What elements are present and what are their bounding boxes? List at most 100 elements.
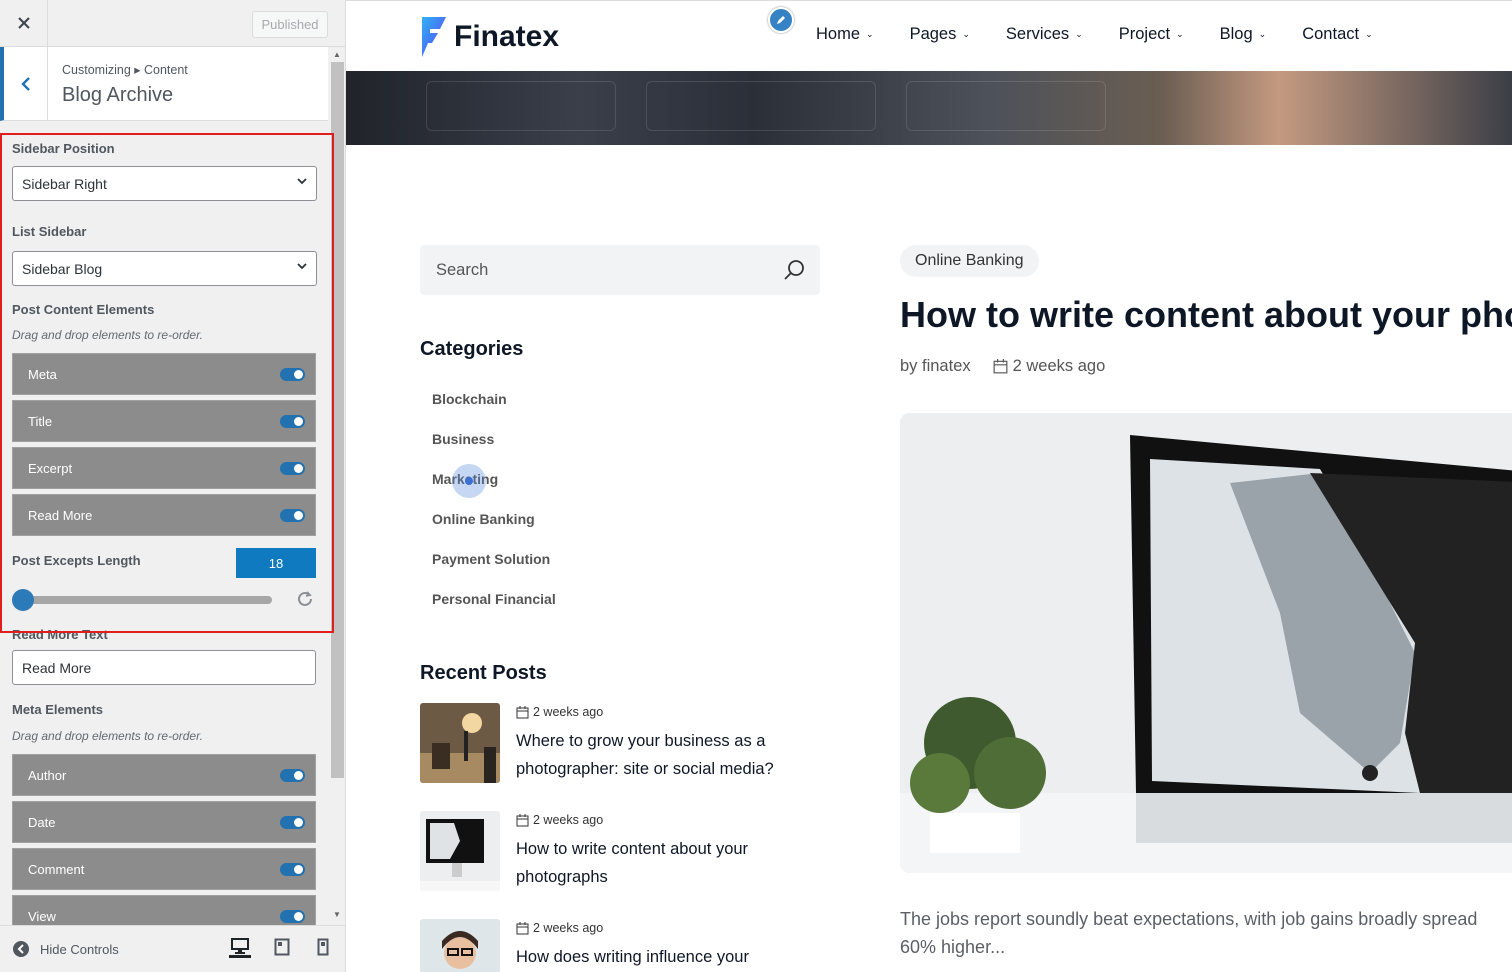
read-more-text-input[interactable]: Read More	[12, 650, 316, 685]
toggle-switch[interactable]	[280, 769, 305, 782]
post-content-elements-desc: Drag and drop elements to re-order.	[12, 328, 203, 342]
sortable-item-label: Read More	[28, 507, 93, 523]
published-button[interactable]: Published	[252, 11, 328, 38]
excerpt-length-slider-track[interactable]	[15, 596, 272, 604]
post-excerpt-line: 60% higher...	[900, 937, 1006, 957]
recent-post-item[interactable]: 2 weeks ago How to write content about y…	[420, 811, 820, 891]
close-customizer-button[interactable]	[0, 0, 48, 46]
nav-item-blog[interactable]: Blog ⌄	[1220, 25, 1267, 44]
desk-lamp-photo	[420, 703, 500, 783]
chevron-down-icon: ⌄	[962, 29, 970, 39]
edit-shortcut-button[interactable]	[768, 7, 794, 33]
nav-label: Home	[816, 25, 861, 43]
person-photo	[420, 919, 500, 972]
recent-post-thumbnail[interactable]	[420, 919, 500, 972]
sortable-item-label: Meta	[28, 366, 57, 382]
recent-post-item[interactable]: 2 weeks ago Where to grow your business …	[420, 703, 820, 783]
recent-post-title[interactable]: Where to grow your business as a photogr…	[516, 727, 806, 783]
calendar-icon	[516, 813, 529, 826]
nav-label: Project	[1118, 25, 1171, 43]
tablet-preview-button[interactable]	[271, 936, 293, 958]
search-placeholder: Search	[436, 260, 489, 279]
sortable-item-label: Excerpt	[28, 460, 73, 476]
sortable-item-author[interactable]: Author	[12, 754, 316, 796]
chevron-down-icon: ⌄	[1075, 29, 1083, 39]
nav-item-project[interactable]: Project ⌄	[1119, 25, 1184, 44]
sortable-item-label: Comment	[28, 861, 85, 877]
excerpt-length-slider-handle[interactable]	[12, 589, 34, 611]
recent-post-title[interactable]: How to write content about your photogra…	[516, 835, 806, 891]
close-icon	[17, 17, 30, 29]
mobile-preview-button[interactable]	[312, 936, 334, 958]
chevron-left-icon	[20, 77, 30, 91]
chevron-down-icon: ⌄	[1258, 29, 1267, 39]
post-excerpt: The jobs report soundly beat expectation…	[900, 905, 1512, 961]
section-header: Customizing ▸ Content Blog Archive	[0, 47, 328, 121]
excerpt-length-input[interactable]: 18	[236, 548, 316, 578]
toggle-switch[interactable]	[280, 910, 305, 923]
hide-controls-label: Hide Controls	[40, 941, 119, 957]
banner-detail	[646, 81, 876, 131]
search-input[interactable]: Search	[420, 245, 820, 295]
desktop-preview-button[interactable]	[229, 936, 251, 958]
scroll-down-arrow-icon[interactable]: ▼	[333, 910, 341, 919]
recent-post-thumbnail[interactable]	[420, 811, 500, 891]
sortable-item-label: Author	[28, 767, 67, 783]
sidebar-position-label: Sidebar Position	[12, 141, 115, 156]
list-sidebar-select[interactable]: Sidebar Blog	[12, 251, 317, 286]
category-link[interactable]: Payment Solution	[432, 551, 550, 567]
site-logo[interactable]: Finatex	[420, 17, 559, 57]
post-featured-image[interactable]	[900, 413, 1512, 873]
category-link[interactable]: Personal Financial	[432, 591, 556, 607]
sortable-item-read-more[interactable]: Read More	[12, 494, 316, 536]
banner-detail	[906, 81, 1106, 131]
cursor-click-indicator	[452, 464, 486, 498]
sidebar-position-select[interactable]: Sidebar Right	[12, 166, 317, 201]
back-button[interactable]	[4, 47, 48, 121]
post-category-tag[interactable]: Online Banking	[900, 245, 1039, 277]
sidebar-position-value: Sidebar Right	[22, 175, 107, 192]
sortable-item-comment[interactable]: Comment	[12, 848, 316, 890]
scroll-up-arrow-icon[interactable]: ▲	[333, 50, 341, 59]
category-link[interactable]: Business	[432, 431, 494, 447]
nav-item-home[interactable]: Home ⌄	[816, 25, 874, 44]
recent-post-thumbnail[interactable]	[420, 703, 500, 783]
customizer-footer: Hide Controls	[0, 925, 345, 972]
sortable-item-meta[interactable]: Meta	[12, 353, 316, 395]
category-link[interactable]: Online Banking	[432, 511, 535, 527]
nav-item-services[interactable]: Services ⌄	[1006, 25, 1083, 44]
site-header: Finatex Home ⌄ Pages ⌄ Services ⌄ Project ⌄ …	[346, 0, 1512, 71]
tablet-icon	[274, 938, 290, 956]
search-icon[interactable]	[782, 258, 806, 282]
mobile-icon	[317, 938, 329, 956]
toggle-switch[interactable]	[280, 368, 305, 381]
toggle-switch[interactable]	[280, 863, 305, 876]
post-author[interactable]: by finatex	[900, 357, 971, 376]
reset-icon[interactable]	[294, 588, 316, 610]
recent-post-date: 2 weeks ago	[516, 705, 603, 719]
toggle-switch[interactable]	[280, 816, 305, 829]
scrollbar-thumb[interactable]	[331, 62, 344, 778]
category-link[interactable]: Blockchain	[432, 391, 507, 407]
post-title[interactable]: How to write content about your photogra…	[900, 294, 1512, 336]
recent-post-date: 2 weeks ago	[516, 813, 603, 827]
recent-post-item[interactable]: 2 weeks ago How does writing influence y…	[420, 919, 820, 972]
post-meta: by finatex 2 weeks ago	[900, 357, 1105, 376]
recent-post-title[interactable]: How does writing influence your	[516, 943, 806, 971]
logo-text: Finatex	[454, 20, 560, 53]
chevron-down-icon: ⌄	[1365, 29, 1373, 39]
calendar-icon	[516, 921, 529, 934]
toggle-switch[interactable]	[280, 462, 305, 475]
meta-elements-desc: Drag and drop elements to re-order.	[12, 729, 203, 743]
list-sidebar-value: Sidebar Blog	[22, 260, 103, 277]
sortable-item-excerpt[interactable]: Excerpt	[12, 447, 316, 489]
hide-controls-button[interactable]: Hide Controls	[12, 940, 119, 958]
sortable-item-date[interactable]: Date	[12, 801, 316, 843]
section-title: Blog Archive	[62, 84, 174, 106]
sortable-item-title[interactable]: Title	[12, 400, 316, 442]
nav-item-pages[interactable]: Pages ⌄	[910, 25, 970, 44]
toggle-switch[interactable]	[280, 509, 305, 522]
nav-item-contact[interactable]: Contact ⌄	[1302, 25, 1372, 44]
toggle-switch[interactable]	[280, 415, 305, 428]
sortable-item-label: View	[28, 908, 56, 924]
